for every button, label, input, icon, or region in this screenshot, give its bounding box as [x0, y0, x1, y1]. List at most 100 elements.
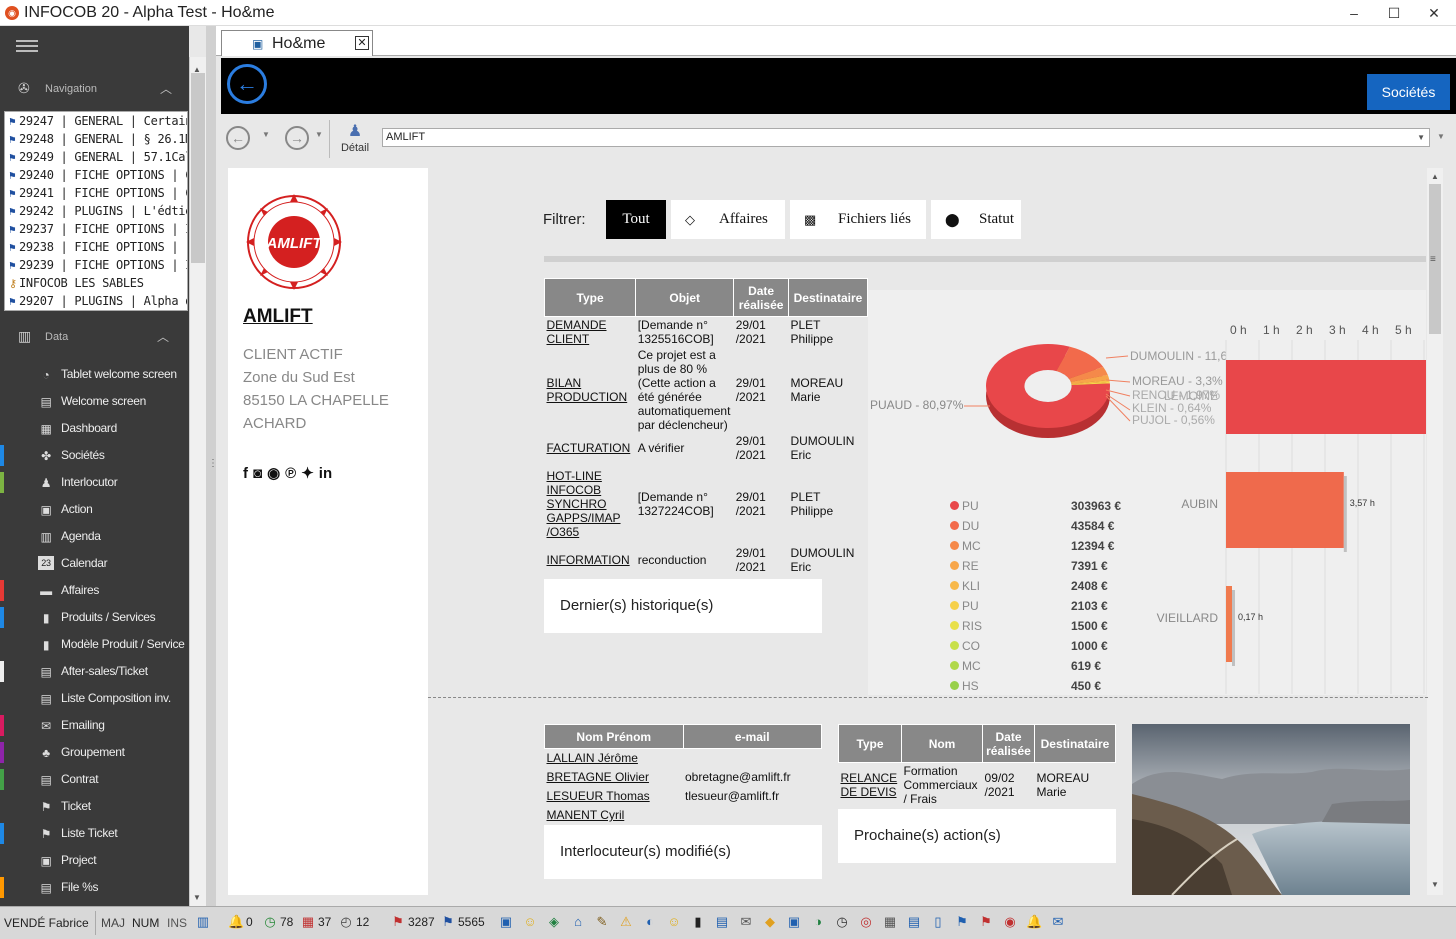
column-header[interactable]: Type — [543, 278, 637, 317]
chart-status-icon[interactable]: ▥ — [195, 913, 211, 931]
tray-icon[interactable]: ⚑ — [954, 913, 970, 931]
filter-tout-button[interactable]: Tout — [606, 200, 666, 239]
table-cell[interactable]: RELANCE DE DEVIS — [839, 763, 902, 808]
combo-dropdown-icon[interactable]: ▼ — [1417, 129, 1425, 146]
table-row[interactable]: BRETAGNE Olivier obretagne@amlift.fr — [545, 768, 822, 787]
timer-icon[interactable]: ◴ — [338, 913, 354, 931]
bar[interactable] — [1226, 360, 1426, 434]
column-header[interactable]: Nom Prénom — [544, 724, 684, 749]
linkedin-icon[interactable]: in — [319, 465, 332, 482]
nav-collapse-caret-icon[interactable]: ︿ — [160, 80, 172, 97]
table-row[interactable]: HOT-LINE INFOCOB SYNCHRO GAPPS/IMAP /O36… — [545, 463, 868, 545]
table-cell[interactable]: BILAN PRODUCTION — [545, 347, 636, 433]
amount-row[interactable]: MC 12394 € — [950, 536, 1130, 556]
history-back-dropdown-icon[interactable]: ▼ — [262, 130, 270, 139]
tray-icon[interactable]: 🔔 — [1026, 913, 1042, 931]
tray-icon[interactable]: ◉ — [1002, 913, 1018, 931]
hamburger-menu-icon[interactable] — [16, 40, 38, 42]
column-header[interactable]: Date réalisée — [982, 724, 1035, 763]
column-header[interactable]: Objet — [635, 278, 735, 317]
flag-icon[interactable]: ⚑ — [390, 913, 406, 931]
data-item[interactable]: ✉ Emailing — [0, 712, 189, 739]
bell-icon[interactable]: 🔔 — [228, 913, 244, 931]
data-item[interactable]: ♣ Groupement — [0, 739, 189, 766]
data-section-header[interactable]: ▥ Data ︿ — [0, 322, 189, 352]
data-item[interactable]: ◔ Tablet welcome screen — [0, 361, 189, 388]
data-item[interactable]: ▣ Project — [0, 847, 189, 874]
back-button[interactable]: ← — [227, 64, 267, 104]
data-item[interactable]: ♟ Interlocutor — [0, 469, 189, 496]
facebook-icon[interactable]: f — [243, 465, 248, 482]
collapse-caret-icon[interactable]: ︿ — [157, 328, 169, 345]
nav-item[interactable]: ⚑ 29248 | GENERAL | § 26.1M — [5, 130, 187, 148]
amount-row[interactable]: RIS 1500 € — [950, 616, 1130, 636]
data-item[interactable]: ▬ Affaires — [0, 577, 189, 604]
tray-icon[interactable]: ◷ — [834, 913, 850, 931]
data-item[interactable]: ▥ Agenda — [0, 523, 189, 550]
column-header[interactable]: Destinataire — [1033, 724, 1117, 763]
tray-icon[interactable]: ☺ — [666, 913, 682, 931]
data-item[interactable]: ⚑ Ticket — [0, 793, 189, 820]
company-combo[interactable]: AMLIFT ▼ — [382, 128, 1430, 147]
tray-icon[interactable]: ◑ — [810, 913, 826, 931]
column-header[interactable]: Destinataire — [787, 278, 869, 317]
filter-affaires-button[interactable]: ◇ Affaires — [671, 200, 785, 239]
tray-icon[interactable]: ✉ — [1050, 913, 1066, 931]
tray-icon[interactable]: ▣ — [498, 913, 514, 931]
bar[interactable] — [1226, 472, 1344, 548]
tray-icon[interactable]: ◆ — [762, 913, 778, 931]
data-item[interactable]: ▮ Modèle Produit / Service — [0, 631, 189, 658]
sidebar-scrollbar[interactable]: ▲ ▼ — [189, 57, 206, 906]
table-cell[interactable]: FACTURATION — [545, 433, 636, 463]
filter-statut-button[interactable]: ⬤ Statut — [931, 200, 1021, 239]
amount-row[interactable]: PU 303963 € — [950, 496, 1130, 516]
close-button[interactable]: ✕ — [1414, 2, 1454, 24]
nav-item[interactable]: ⚷ INFOCOB LES SABLES — [5, 274, 187, 292]
tab-home[interactable]: ▣ Ho&me ✕ — [221, 30, 373, 56]
detail-button[interactable]: ♟ Détail — [336, 122, 374, 158]
tray-icon[interactable]: ◐ — [642, 913, 658, 931]
maximize-button[interactable]: ☐ — [1374, 2, 1414, 24]
table-row[interactable]: BILAN PRODUCTION Ce projet est a plus de … — [545, 347, 868, 433]
tray-icon[interactable]: ✉ — [738, 913, 754, 931]
bar[interactable] — [1226, 586, 1232, 662]
pinterest-icon[interactable]: ℗ — [285, 465, 296, 482]
table-row[interactable]: DEMANDE CLIENT [Demande n° 1325516COB] 29/… — [545, 317, 868, 348]
table-cell[interactable]: INFORMATION — [545, 545, 636, 575]
table-row[interactable]: FACTURATION A vérifier 29/01 /2021 DUMOULIN… — [545, 433, 868, 463]
nav-item[interactable]: ⚑ 29239 | FICHE OPTIONS | Il — [5, 256, 187, 274]
nav-item[interactable]: ⚑ 29240 | FICHE OPTIONS | C — [5, 166, 187, 184]
tab-close-icon[interactable]: ✕ — [355, 36, 369, 50]
amount-row[interactable]: KLI 2408 € — [950, 576, 1130, 596]
tray-icon[interactable]: ◎ — [858, 913, 874, 931]
nav-item[interactable]: ⚑ 29238 | FICHE OPTIONS | " — [5, 238, 187, 256]
history-forward-icon[interactable]: → — [285, 126, 309, 150]
nav-item[interactable]: ⚑ 29207 | PLUGINS | Alpha de — [5, 292, 187, 310]
data-item[interactable]: ▮ Produits / Services — [0, 604, 189, 631]
calendar-icon[interactable]: ▦ — [300, 913, 316, 931]
amount-row[interactable]: CO 1000 € — [950, 636, 1130, 656]
tray-icon[interactable]: ⚠ — [618, 913, 634, 931]
amount-row[interactable]: DU 43584 € — [950, 516, 1130, 536]
data-item[interactable]: 23 Calendar — [0, 550, 189, 577]
flag-icon[interactable]: ⚑ — [440, 913, 456, 931]
data-item[interactable]: ▣ Action — [0, 496, 189, 523]
data-item[interactable]: ▦ Dashboard — [0, 415, 189, 442]
tray-icon[interactable]: ⚑ — [978, 913, 994, 931]
table-cell[interactable]: DEMANDE CLIENT — [545, 317, 636, 348]
tray-icon[interactable]: ▯ — [930, 913, 946, 931]
filter-fichiers-button[interactable]: ▩ Fichiers liés — [790, 200, 926, 239]
table-row[interactable]: MANENT Cyril — [545, 806, 822, 825]
table-row[interactable]: LESUEUR Thomas tlesueur@amlift.fr — [545, 787, 822, 806]
history-forward-dropdown-icon[interactable]: ▼ — [315, 130, 323, 139]
toolbar-overflow-icon[interactable]: ▼ — [1437, 132, 1445, 141]
minimize-button[interactable]: – — [1334, 2, 1374, 24]
column-header[interactable]: Nom — [901, 724, 984, 763]
data-item[interactable]: ✤ Sociétés — [0, 442, 189, 469]
tray-icon[interactable]: ▮ — [690, 913, 706, 931]
tray-icon[interactable]: ☺ — [522, 913, 538, 931]
table-cell[interactable]: LALLAIN Jérôme — [545, 749, 684, 768]
amount-row[interactable]: PU 2103 € — [950, 596, 1130, 616]
societes-button[interactable]: Sociétés — [1367, 74, 1450, 110]
splitter[interactable]: ⋮ — [206, 26, 218, 906]
